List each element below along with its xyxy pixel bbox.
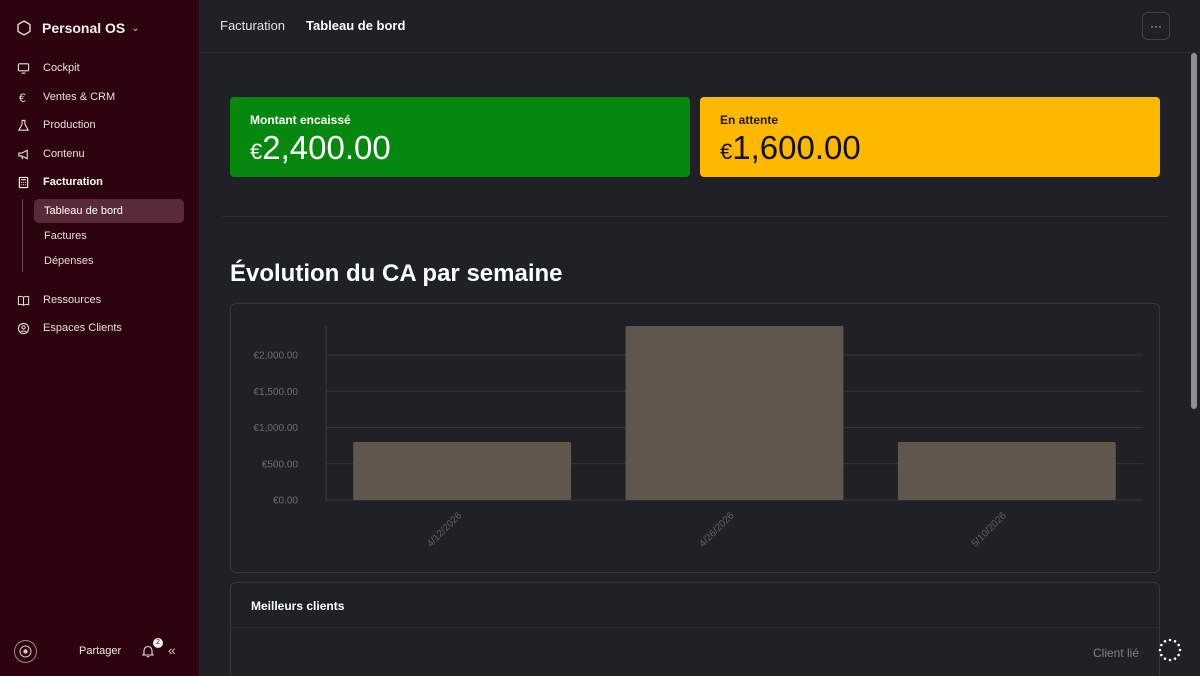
- workspace-name: Personal OS: [42, 20, 126, 36]
- x-tick-label: 4/26/2026: [697, 510, 737, 550]
- workspace-switcher[interactable]: Personal OS ⌄: [16, 18, 140, 38]
- scrollbar[interactable]: [1188, 53, 1200, 676]
- top-clients-title: Meilleurs clients: [251, 599, 345, 613]
- loading-spinner-icon: [1158, 638, 1182, 662]
- share-button[interactable]: Partager: [79, 645, 121, 657]
- calculator-icon: [18, 176, 29, 188]
- bell-icon[interactable]: [141, 644, 155, 658]
- pending-currency: €: [720, 139, 733, 164]
- top-bar: Facturation Tableau de bord ···: [200, 0, 1200, 53]
- sidebar-item-facturation[interactable]: Facturation: [8, 169, 192, 195]
- breadcrumb-current: Tableau de bord: [306, 18, 406, 33]
- chart-bar[interactable]: [897, 442, 1116, 500]
- euro-icon: €: [19, 92, 26, 104]
- sidebar-item-label: Ressources: [43, 294, 102, 306]
- sidebar-item-ressources[interactable]: Ressources: [8, 287, 192, 313]
- chevron-down-icon: ⌄: [131, 22, 140, 34]
- sidebar-item-label: Production: [43, 119, 96, 131]
- top-clients-panel: Meilleurs clients: [230, 582, 1160, 676]
- collected-amount-card: Montant encaissé € 2,400.00: [230, 97, 690, 177]
- y-tick-label: €0.00: [273, 496, 298, 507]
- breadcrumb-parent[interactable]: Facturation: [220, 18, 285, 33]
- section-divider: [222, 216, 1168, 217]
- submenu-guide-line: [22, 199, 23, 272]
- spinner-dot: [1163, 657, 1167, 660]
- more-options-button[interactable]: ···: [1142, 12, 1170, 40]
- sidebar: Personal OS ⌄ Cockpit € Ventes & CRM Pro…: [0, 0, 200, 676]
- collapse-sidebar-icon[interactable]: «: [168, 642, 176, 658]
- sidebar-item-label: Contenu: [43, 148, 85, 160]
- notification-count-badge: 2: [153, 638, 163, 648]
- collected-amount-value: 2,400.00: [262, 129, 391, 166]
- avatar[interactable]: [14, 640, 37, 663]
- flask-icon: [17, 119, 30, 131]
- linked-client-column-header[interactable]: Client lié: [1093, 646, 1139, 660]
- spinner-dot: [1177, 653, 1180, 657]
- spinner-dot: [1158, 648, 1162, 652]
- collected-currency: €: [250, 139, 263, 164]
- sidebar-subitem-depenses[interactable]: Dépenses: [34, 249, 184, 273]
- book-icon: [17, 295, 30, 306]
- user-avatar-icon: [19, 645, 32, 658]
- chart-bar[interactable]: [625, 326, 844, 500]
- chart-section-title: Évolution du CA par semaine: [230, 260, 563, 287]
- chart-bar[interactable]: [353, 442, 572, 500]
- megaphone-icon: [18, 148, 28, 160]
- spinner-dot: [1160, 653, 1163, 657]
- scrollbar-thumb[interactable]: [1191, 53, 1197, 409]
- spinner-dot: [1160, 643, 1163, 647]
- pending-amount-card: En attente € 1,600.00: [700, 97, 1160, 177]
- top-clients-separator: [231, 627, 1159, 628]
- spinner-dot: [1168, 658, 1172, 662]
- y-tick-label: €2,000.00: [254, 351, 299, 362]
- sidebar-subitem-tableau-de-bord[interactable]: Tableau de bord: [34, 199, 184, 223]
- sidebar-item-contenu[interactable]: Contenu: [8, 141, 192, 167]
- monitor-icon: [17, 62, 30, 74]
- sidebar-item-espaces-clients[interactable]: Espaces Clients: [8, 315, 192, 341]
- sidebar-footer: Partager 2 «: [0, 626, 200, 676]
- spinner-dot: [1178, 648, 1182, 652]
- x-tick-label: 4/12/2026: [425, 510, 465, 550]
- user-circle-icon: [17, 322, 30, 334]
- revenue-chart-panel: €0.00 €500.00 €1,000.00 €1,500.00 €2,000.00 …: [230, 303, 1160, 573]
- pending-amount-label: En attente: [720, 113, 779, 127]
- sidebar-item-label: Cockpit: [43, 62, 80, 74]
- spinner-dot: [1177, 643, 1180, 647]
- sidebar-item-production[interactable]: Production: [8, 112, 192, 138]
- y-tick-label: €1,500.00: [254, 387, 299, 398]
- y-tick-label: €1,000.00: [254, 423, 299, 434]
- spinner-dot: [1173, 640, 1177, 643]
- revenue-bar-chart: €0.00€500.00€1,000.00€1,500.00€2,000.00 …: [254, 326, 1143, 550]
- spinner-dot: [1163, 640, 1167, 643]
- collected-amount-label: Montant encaissé: [250, 113, 351, 127]
- spinner-dot: [1168, 638, 1172, 642]
- spinner-dot: [1173, 657, 1177, 660]
- sidebar-item-ventes-crm[interactable]: € Ventes & CRM: [8, 84, 192, 110]
- y-tick-label: €500.00: [262, 459, 299, 470]
- sidebar-item-label: Facturation: [43, 176, 103, 188]
- sidebar-item-label: Ventes & CRM: [43, 91, 116, 103]
- sidebar-item-label: Espaces Clients: [43, 322, 122, 334]
- svg-text:€: €: [19, 92, 26, 104]
- workspace-logo-icon: [17, 20, 31, 36]
- x-tick-label: 5/10/2026: [970, 510, 1010, 550]
- pending-amount-value: 1,600.00: [732, 129, 861, 166]
- sidebar-subitem-factures[interactable]: Factures: [34, 224, 184, 248]
- sidebar-item-cockpit[interactable]: Cockpit: [8, 55, 192, 81]
